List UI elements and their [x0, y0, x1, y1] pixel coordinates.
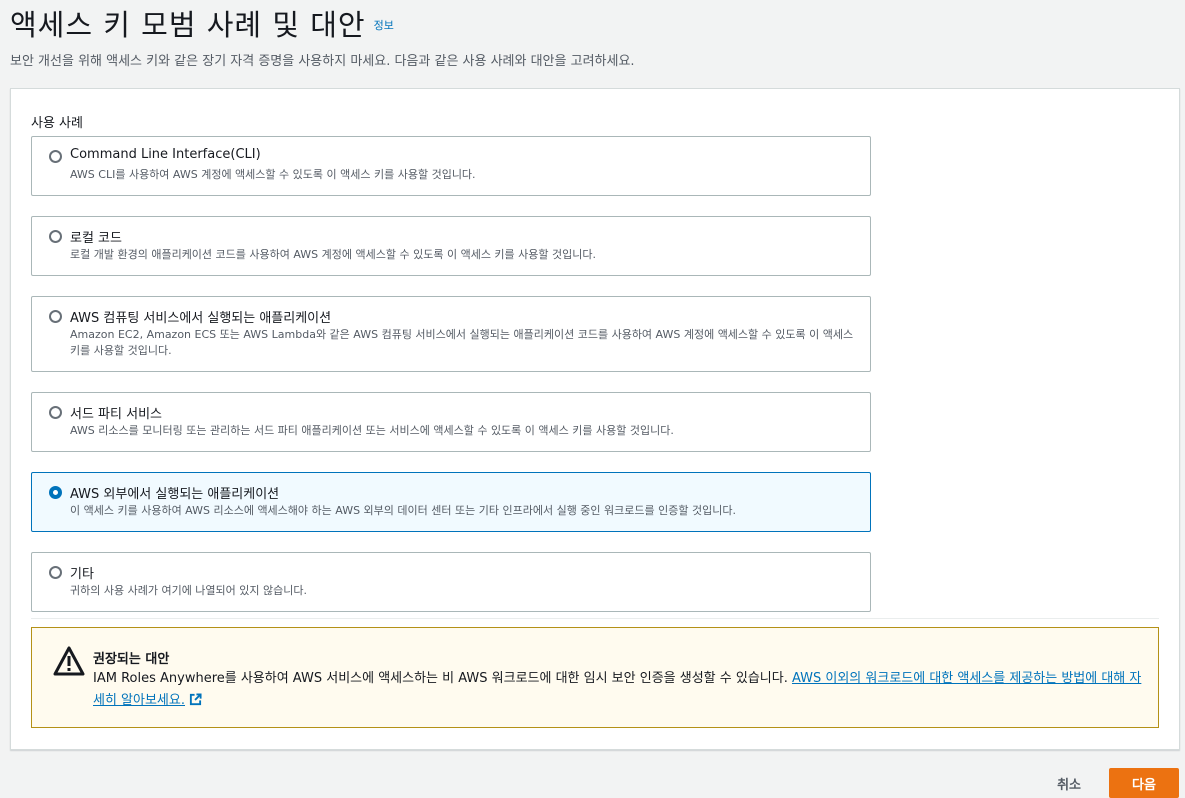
option-description: Amazon EC2, Amazon ECS 또는 AWS Lambda와 같은… [70, 328, 854, 357]
divider [31, 618, 1159, 619]
option-third-party[interactable]: 서드 파티 서비스 AWS 리소스를 모니터링 또는 관리하는 서드 파티 애플… [31, 392, 871, 452]
warning-icon [53, 646, 85, 676]
next-button[interactable]: 다음 [1109, 768, 1179, 798]
option-title: AWS 컴퓨팅 서비스에서 실행되는 애플리케이션 [70, 311, 332, 326]
radio-button[interactable] [49, 310, 62, 323]
option-title: 로컬 코드 [70, 231, 122, 246]
external-link-icon[interactable] [189, 693, 202, 706]
alert-body: IAM Roles Anywhere를 사용하여 AWS 서비스에 액세스하는 … [93, 668, 1143, 712]
page-header: 액세스 키 모범 사례 및 대안 정보 [10, 2, 394, 44]
option-description: 귀하의 사용 사례가 여기에 나열되어 있지 않습니다. [70, 584, 307, 597]
option-description: AWS 리소스를 모니터링 또는 관리하는 서드 파티 애플리케이션 또는 서비… [70, 424, 674, 437]
option-outside-aws[interactable]: AWS 외부에서 실행되는 애플리케이션 이 액세스 키를 사용하여 AWS 리… [31, 472, 871, 532]
alert-text: IAM Roles Anywhere를 사용하여 AWS 서비스에 액세스하는 … [93, 671, 792, 686]
alert-title: 권장되는 대안 [93, 652, 170, 667]
radio-button[interactable] [49, 150, 62, 163]
option-description: 이 액세스 키를 사용하여 AWS 리소스에 액세스해야 하는 AWS 외부의 … [70, 504, 736, 517]
radio-button[interactable] [49, 566, 62, 579]
radio-button[interactable] [49, 406, 62, 419]
option-cli[interactable]: Command Line Interface(CLI) AWS CLI를 사용하… [31, 136, 871, 196]
option-other[interactable]: 기타 귀하의 사용 사례가 여기에 나열되어 있지 않습니다. [31, 552, 871, 612]
option-local-code[interactable]: 로컬 코드 로컬 개발 환경의 애플리케이션 코드를 사용하여 AWS 계정에 … [31, 216, 871, 276]
use-case-label: 사용 사례 [31, 116, 83, 131]
radio-button-selected[interactable] [49, 486, 62, 499]
option-description: AWS CLI를 사용하여 AWS 계정에 액세스할 수 있도록 이 액세스 키… [70, 168, 476, 181]
option-title: Command Line Interface(CLI) [70, 147, 261, 162]
option-title: 기타 [70, 567, 94, 582]
info-link[interactable]: 정보 [374, 17, 394, 33]
use-case-container: 사용 사례 Command Line Interface(CLI) AWS CL… [10, 88, 1180, 750]
page-title: 액세스 키 모범 사례 및 대안 [10, 8, 366, 42]
radio-button[interactable] [49, 230, 62, 243]
option-title: AWS 외부에서 실행되는 애플리케이션 [70, 487, 280, 502]
page-description: 보안 개선을 위해 액세스 키와 같은 장기 자격 증명을 사용하지 마세요. … [10, 54, 635, 69]
option-title: 서드 파티 서비스 [70, 407, 162, 422]
recommended-alternative-alert: 권장되는 대안 IAM Roles Anywhere를 사용하여 AWS 서비스… [31, 627, 1159, 728]
option-description: 로컬 개발 환경의 애플리케이션 코드를 사용하여 AWS 계정에 액세스할 수… [70, 248, 597, 261]
option-aws-compute[interactable]: AWS 컴퓨팅 서비스에서 실행되는 애플리케이션 Amazon EC2, Am… [31, 296, 871, 372]
cancel-button[interactable]: 취소 [1057, 774, 1081, 793]
footer-actions: 취소 다음 [1057, 768, 1179, 798]
